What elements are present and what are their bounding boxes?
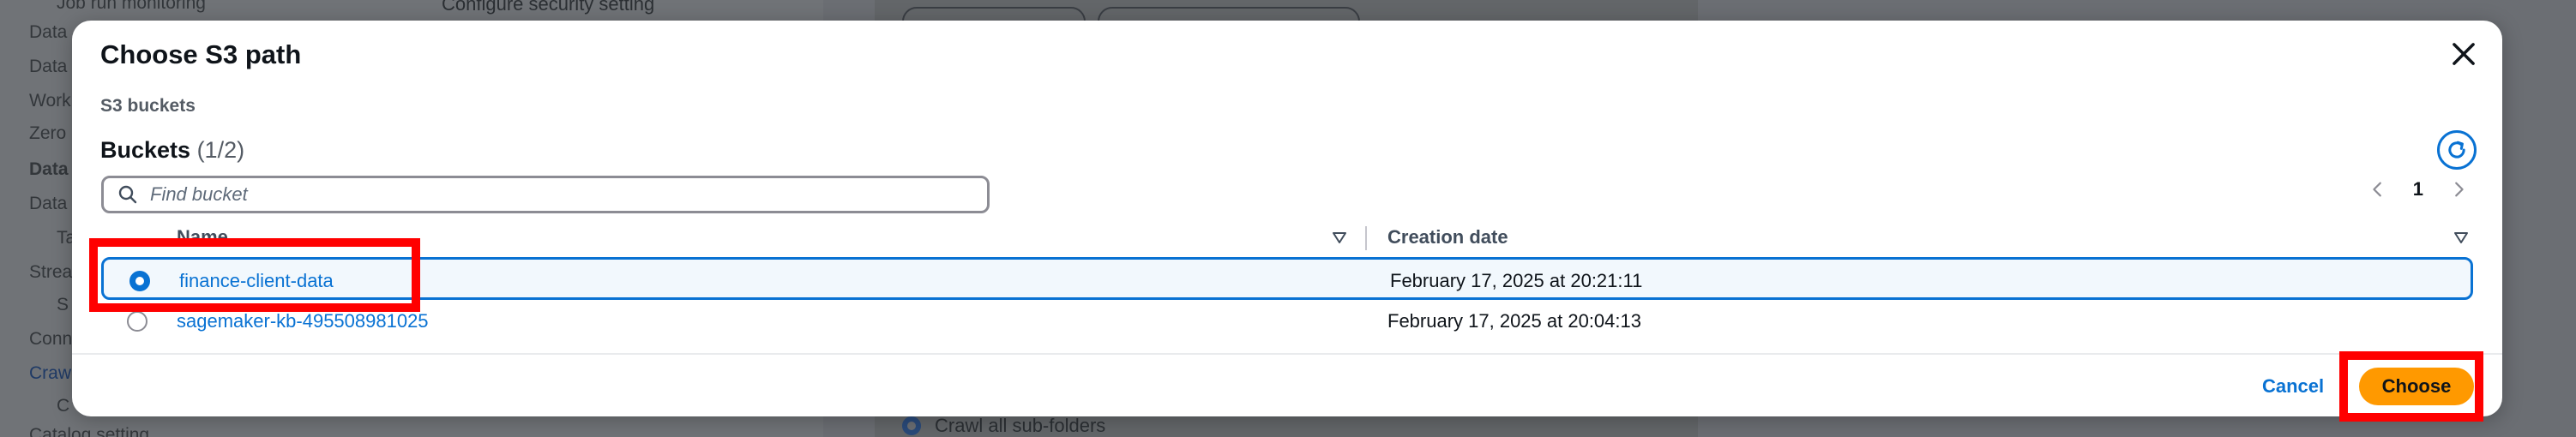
chevron-left-icon[interactable] <box>2368 180 2387 199</box>
bg-nav-item: Data <box>29 159 69 179</box>
bg-crawl-option: Crawl all sub-folders <box>935 415 1106 436</box>
cancel-button[interactable]: Cancel <box>2262 375 2324 398</box>
sort-icon[interactable] <box>1331 230 1348 247</box>
refresh-button[interactable] <box>2437 130 2477 170</box>
close-button[interactable] <box>2447 38 2480 70</box>
chevron-right-icon[interactable] <box>2449 180 2468 199</box>
row-radio[interactable] <box>127 311 147 332</box>
bg-nav-item: S <box>57 295 69 314</box>
search-icon <box>118 185 137 204</box>
table-row[interactable]: sagemaker-kb-495508981025 February 17, 2… <box>101 300 2473 343</box>
bg-nav-item: Strea <box>29 262 73 282</box>
bg-nav-item: Job run monitoring <box>57 0 206 13</box>
bg-nav-item: Data <box>29 57 68 76</box>
search-box <box>101 176 990 213</box>
bg-nav-item: C <box>57 396 70 416</box>
sort-icon[interactable] <box>2453 230 2470 247</box>
choose-s3-path-modal: Choose S3 path S3 buckets Buckets (1/2) … <box>72 21 2502 416</box>
refresh-icon <box>2448 141 2465 159</box>
bucket-name-link[interactable]: sagemaker-kb-495508981025 <box>177 310 429 332</box>
bg-nav-item: Work <box>29 91 71 111</box>
find-bucket-input[interactable] <box>150 183 973 206</box>
bucket-creation-date: February 17, 2025 at 20:21:11 <box>1390 270 1643 291</box>
page-number[interactable]: 1 <box>2413 178 2423 201</box>
highlight-box-choose-button <box>2339 351 2483 422</box>
highlight-box-selected-row <box>89 238 420 312</box>
buckets-count: (1/2) <box>196 137 245 163</box>
bg-nav-item: Crawl <box>29 363 75 383</box>
column-header-creation-date[interactable]: Creation date <box>1387 226 1508 248</box>
pagination: 1 <box>2368 178 2468 201</box>
close-icon <box>2453 43 2475 65</box>
bg-nav-item: Data <box>29 194 68 213</box>
modal-title: Choose S3 path <box>100 39 302 69</box>
table-row[interactable]: finance-client-data February 17, 2025 at… <box>101 257 2473 300</box>
bg-nav-item: Zero <box>29 123 67 143</box>
section-label: S3 buckets <box>100 96 196 116</box>
bg-nav-item: Catalog setting <box>29 425 150 437</box>
column-divider[interactable] <box>1365 226 1367 250</box>
footer-divider <box>72 353 2502 355</box>
bg-radio <box>902 416 921 435</box>
buckets-heading: Buckets (1/2) <box>100 137 244 164</box>
buckets-heading-label: Buckets <box>100 137 191 163</box>
bucket-creation-date: February 17, 2025 at 20:04:13 <box>1387 310 1641 332</box>
bg-nav-item: Conn <box>29 329 73 349</box>
bg-configure-security: Configure security setting <box>442 0 655 15</box>
bg-nav-item: Data <box>29 22 68 42</box>
